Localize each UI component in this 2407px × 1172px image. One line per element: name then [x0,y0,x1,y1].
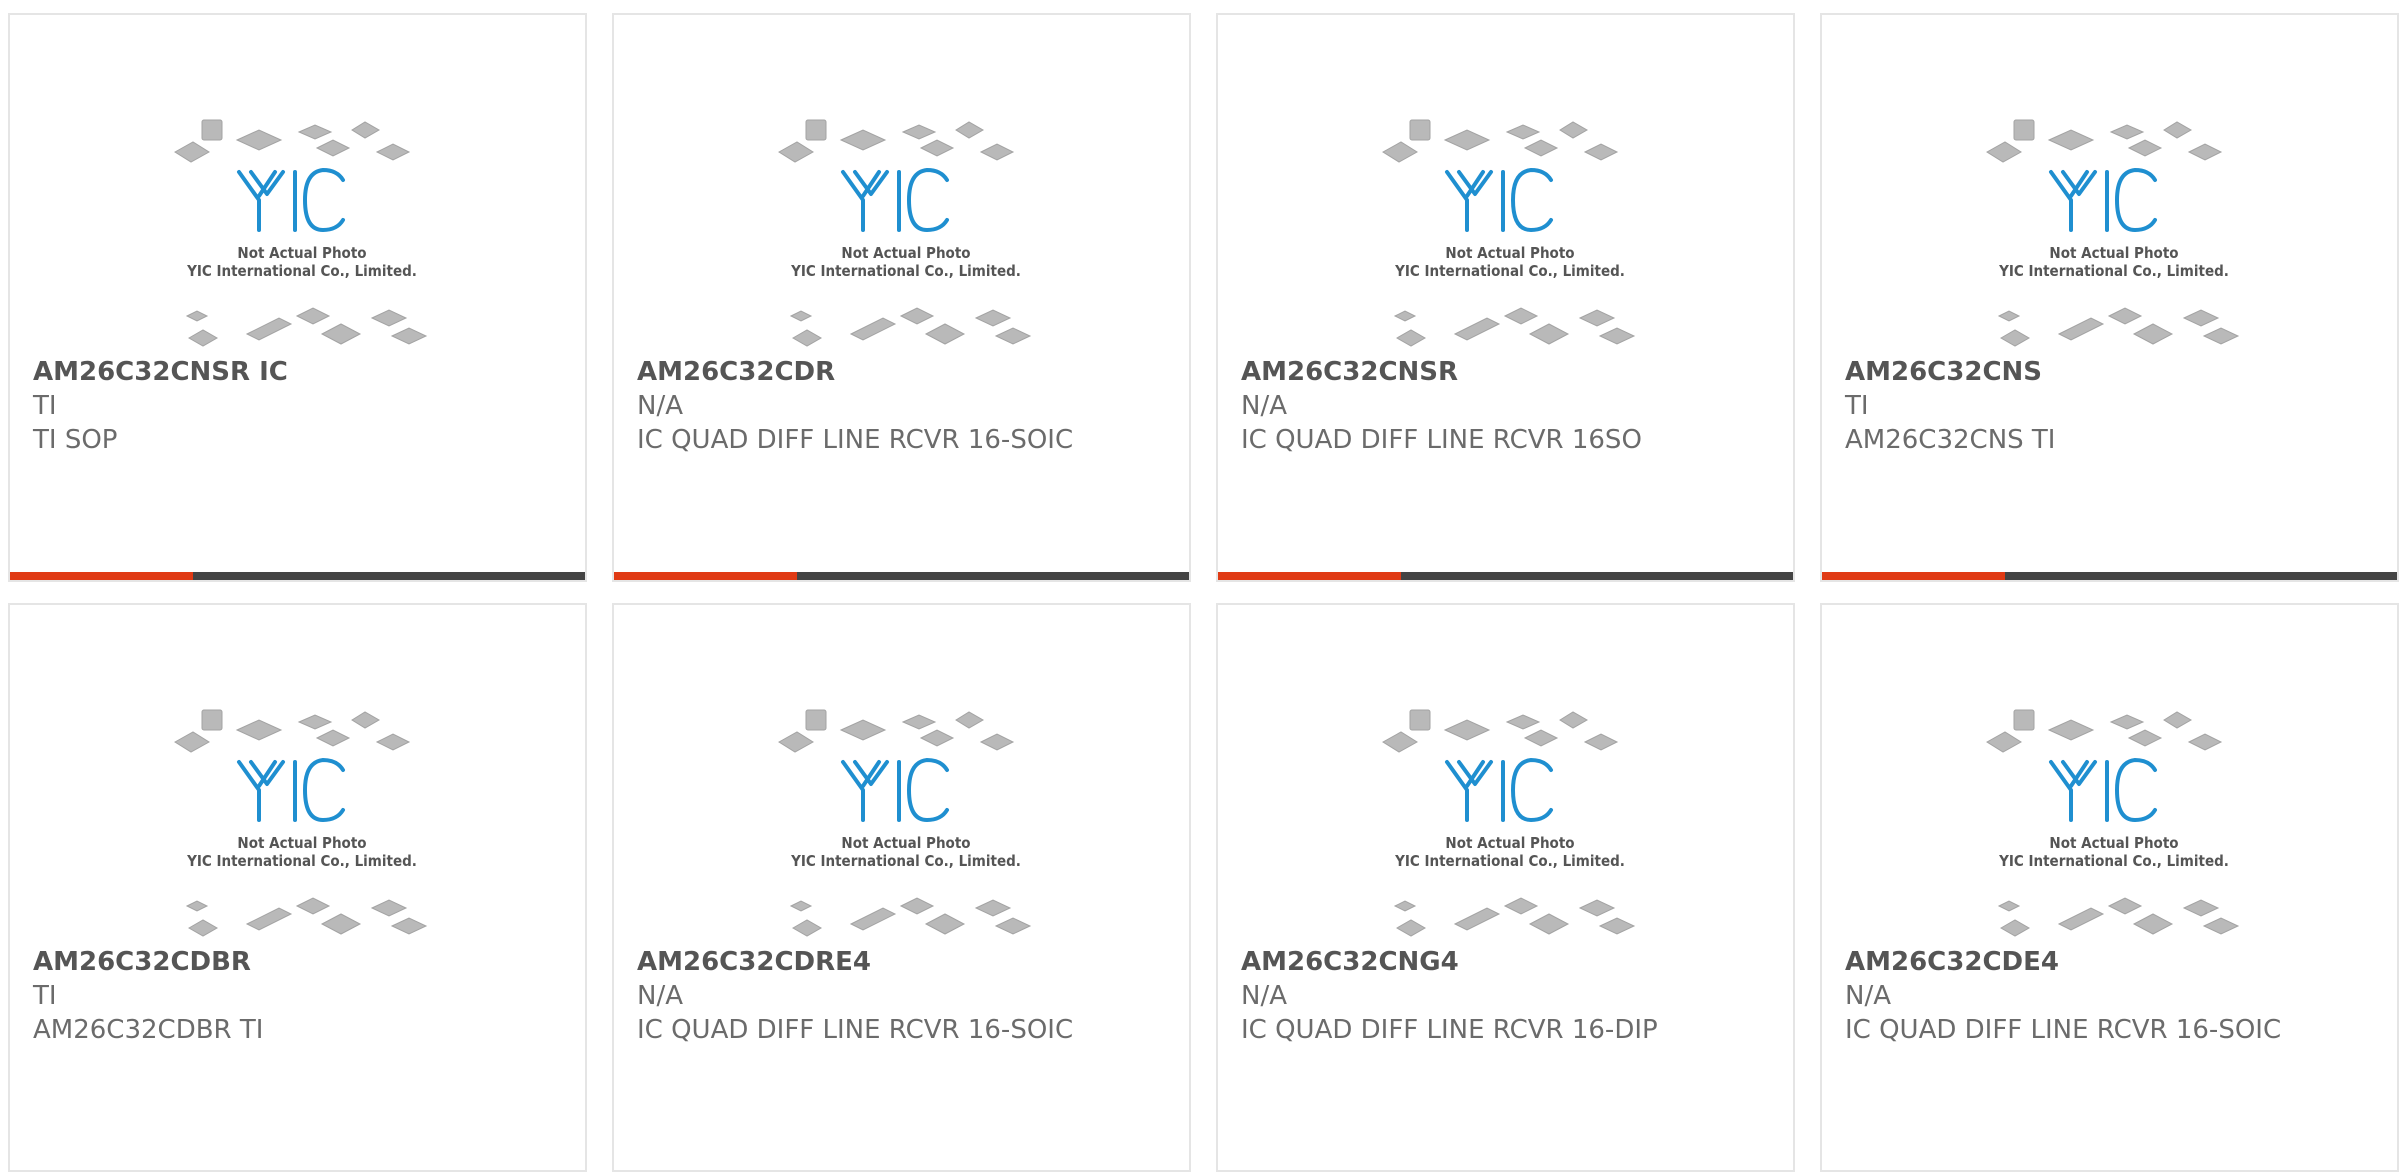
part-number[interactable]: AM26C32CDE4 [1845,945,2285,979]
svg-text:YIC International Co., Limited: YIC International Co., Limited. [790,852,1021,870]
svg-text:Not Actual Photo: Not Actual Photo [1445,834,1574,852]
svg-text:YIC International Co., Limited: YIC International Co., Limited. [1394,852,1625,870]
card-bottom-bar [10,572,585,580]
product-card[interactable]: Not Actual Photo YIC International Co., … [1216,13,1795,582]
card-accent-bar [1822,572,2005,580]
product-info: AM26C32CDRE4 N/A IC QUAD DIFF LINE RCVR … [637,945,1077,1047]
description: IC QUAD DIFF LINE RCVR 16-SOIC [637,425,1074,455]
card-accent-bar [614,572,797,580]
card-bottom-bar [1822,572,2397,580]
svg-text:YIC International Co., Limited: YIC International Co., Limited. [186,262,417,280]
product-info: AM26C32CNS TI AM26C32CNS TI [1845,355,2285,457]
card-bottom-bar [1218,572,1793,580]
product-image-placeholder: Not Actual Photo YIC International Co., … [1979,690,2249,950]
product-info: AM26C32CDE4 N/A IC QUAD DIFF LINE RCVR 1… [1845,945,2285,1047]
part-number[interactable]: AM26C32CNS [1845,355,2285,389]
svg-text:Not Actual Photo: Not Actual Photo [1445,244,1574,262]
description: AM26C32CNS TI [1845,425,2056,455]
svg-text:Not Actual Photo: Not Actual Photo [2049,834,2178,852]
svg-text:Not Actual Photo: Not Actual Photo [2049,244,2178,262]
svg-text:YIC International Co., Limited: YIC International Co., Limited. [1998,262,2229,280]
product-card[interactable]: Not Actual Photo YIC International Co., … [1216,603,1795,1172]
description: AM26C32CDBR TI [33,1015,264,1045]
product-info: AM26C32CDR N/A IC QUAD DIFF LINE RCVR 16… [637,355,1077,457]
description: IC QUAD DIFF LINE RCVR 16SO [1241,425,1642,455]
card-bottom-bar [614,572,1189,580]
card-accent-bar [1218,572,1401,580]
description: IC QUAD DIFF LINE RCVR 16-SOIC [637,1015,1074,1045]
product-image-placeholder: Not Actual Photo YIC International Co., … [1375,690,1645,950]
part-number[interactable]: AM26C32CNG4 [1241,945,1681,979]
product-card[interactable]: Not Actual Photo YIC International Co., … [8,13,587,582]
svg-text:YIC International Co., Limited: YIC International Co., Limited. [790,262,1021,280]
product-image-placeholder: Not Actual Photo YIC International Co., … [167,100,437,360]
product-image-placeholder: Not Actual Photo YIC International Co., … [1375,100,1645,360]
manufacturer: N/A [1241,391,1287,421]
product-card[interactable]: Not Actual Photo YIC International Co., … [8,603,587,1172]
part-number[interactable]: AM26C32CNSR [1241,355,1681,389]
svg-text:Not Actual Photo: Not Actual Photo [237,834,366,852]
svg-text:YIC International Co., Limited: YIC International Co., Limited. [1394,262,1625,280]
manufacturer: N/A [1241,981,1287,1011]
manufacturer: N/A [637,981,683,1011]
product-image-placeholder: Not Actual Photo YIC International Co., … [771,690,1041,950]
manufacturer: TI [33,391,57,421]
part-number[interactable]: AM26C32CDRE4 [637,945,1077,979]
svg-text:YIC International Co., Limited: YIC International Co., Limited. [186,852,417,870]
description: TI SOP [33,425,118,455]
product-image-placeholder: Not Actual Photo YIC International Co., … [167,690,437,950]
product-info: AM26C32CDBR TI AM26C32CDBR TI [33,945,473,1047]
svg-text:Not Actual Photo: Not Actual Photo [841,834,970,852]
product-card[interactable]: Not Actual Photo YIC International Co., … [612,603,1191,1172]
product-info: AM26C32CNG4 N/A IC QUAD DIFF LINE RCVR 1… [1241,945,1681,1047]
manufacturer: N/A [1845,981,1891,1011]
product-info: AM26C32CNSR N/A IC QUAD DIFF LINE RCVR 1… [1241,355,1681,457]
product-card[interactable]: Not Actual Photo YIC International Co., … [1820,13,2399,582]
part-number[interactable]: AM26C32CDBR [33,945,473,979]
product-grid: Not Actual Photo YIC International Co., … [8,13,2399,1172]
description: IC QUAD DIFF LINE RCVR 16-DIP [1241,1015,1658,1045]
description: IC QUAD DIFF LINE RCVR 16-SOIC [1845,1015,2282,1045]
svg-text:YIC International Co., Limited: YIC International Co., Limited. [1998,852,2229,870]
part-number[interactable]: AM26C32CDR [637,355,1077,389]
product-info: AM26C32CNSR IC TI TI SOP [33,355,473,457]
product-image-placeholder: Not Actual Photo YIC International Co., … [771,100,1041,360]
manufacturer: TI [33,981,57,1011]
part-number[interactable]: AM26C32CNSR IC [33,355,473,389]
svg-text:Not Actual Photo: Not Actual Photo [841,244,970,262]
product-card[interactable]: Not Actual Photo YIC International Co., … [1820,603,2399,1172]
product-card[interactable]: Not Actual Photo YIC International Co., … [612,13,1191,582]
product-image-placeholder: Not Actual Photo YIC International Co., … [1979,100,2249,360]
manufacturer: N/A [637,391,683,421]
card-accent-bar [10,572,193,580]
svg-text:Not Actual Photo: Not Actual Photo [237,244,366,262]
manufacturer: TI [1845,391,1869,421]
